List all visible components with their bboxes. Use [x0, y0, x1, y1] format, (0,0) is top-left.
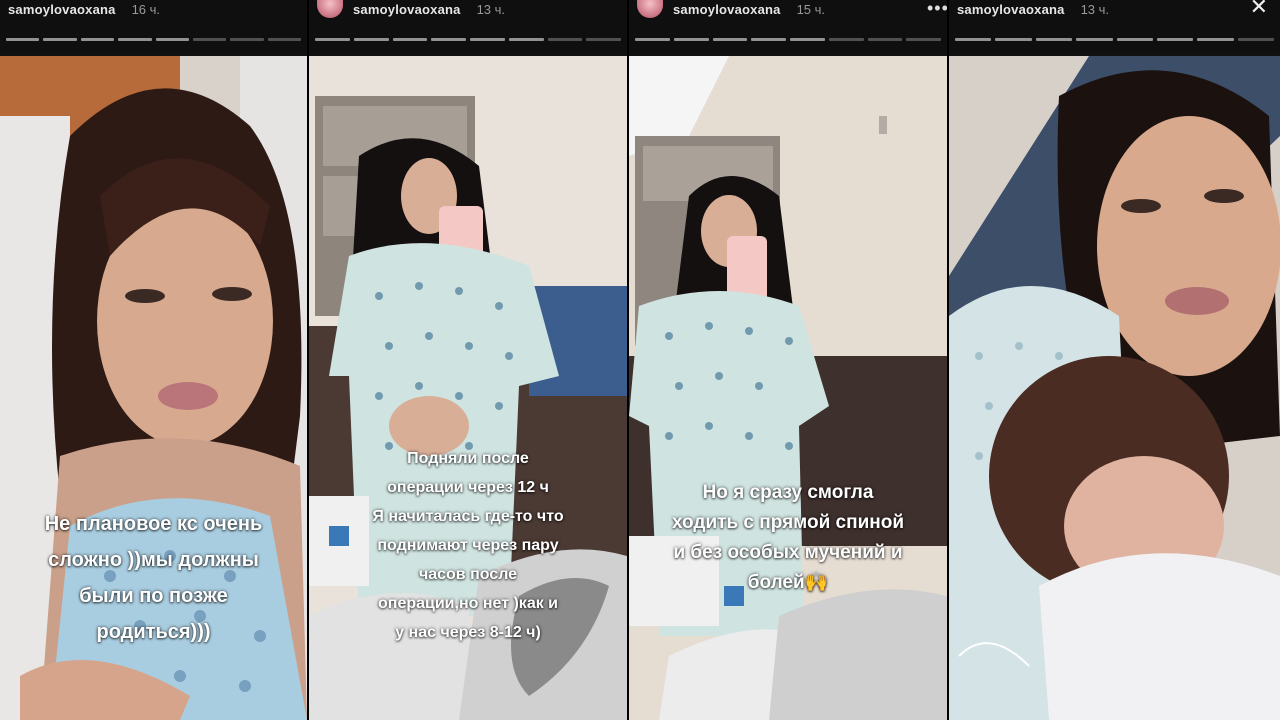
caption-line: Подняли после: [407, 450, 529, 467]
story-user[interactable]: samoylovaoxana 15 ч.: [637, 0, 825, 18]
timestamp: 13 ч.: [1080, 1, 1110, 17]
caption-line: Но я сразу смогла: [702, 482, 874, 503]
username[interactable]: samoylovaoxana: [957, 2, 1065, 17]
story-panel-1[interactable]: samoylovaoxana 16 ч. Не плановое кс очен…: [0, 0, 307, 720]
story-header: samoylovaoxana 16 ч.: [0, 0, 307, 52]
caption-line: родиться))): [96, 621, 211, 643]
story-caption: Подняли после операции через 12 ч Я начи…: [309, 444, 627, 647]
story-photo: [629, 56, 947, 720]
avatar[interactable]: [317, 0, 343, 18]
story-progress: [635, 38, 941, 41]
story-progress: [955, 38, 1274, 41]
caption-line: Не плановое кс очень: [44, 513, 263, 535]
story-progress: [6, 38, 301, 41]
story-user[interactable]: samoylovaoxana 13 ч.: [957, 0, 1109, 18]
story-header: samoylovaoxana 13 ч.: [309, 0, 627, 52]
timestamp: 13 ч.: [476, 1, 506, 17]
caption-line: операции,но нет )как и: [378, 595, 558, 612]
username[interactable]: samoylovaoxana: [673, 2, 781, 17]
caption-line: операции через 12 ч: [387, 479, 549, 496]
timestamp: 15 ч.: [796, 1, 826, 17]
story-progress: [315, 38, 621, 41]
username[interactable]: samoylovaoxana: [353, 2, 461, 17]
timestamp: 16 ч.: [131, 1, 161, 17]
avatar[interactable]: [637, 0, 663, 18]
story-caption: Но я сразу смогла ходить с прямой спиной…: [629, 478, 947, 598]
close-icon[interactable]: ✕: [1250, 0, 1268, 20]
caption-line: сложно ))мы должны: [48, 549, 259, 571]
story-user[interactable]: samoylovaoxana 16 ч.: [8, 0, 160, 18]
story-caption: Не плановое кс очень сложно ))мы должны …: [0, 506, 307, 650]
story-photo: [949, 56, 1280, 720]
caption-line: у нас через 8-12 ч): [395, 624, 541, 641]
caption-line: часов после: [418, 566, 518, 583]
story-panel-3[interactable]: samoylovaoxana 15 ч. ••• Но я сразу смог…: [629, 0, 947, 720]
story-header: samoylovaoxana 13 ч. ✕: [949, 0, 1280, 52]
more-icon[interactable]: •••: [927, 0, 947, 19]
story-panel-4[interactable]: samoylovaoxana 13 ч. ✕: [949, 0, 1280, 720]
story-panel-2[interactable]: samoylovaoxana 13 ч. Подняли после опера…: [309, 0, 627, 720]
caption-line: ходить с прямой спиной: [671, 512, 905, 533]
caption-line: болей🙌: [747, 572, 829, 593]
caption-line: и без особых мучений и: [673, 542, 903, 563]
caption-line: Я начиталась где-то что: [372, 508, 564, 525]
caption-line: поднимают через пару: [377, 537, 559, 554]
caption-line: были по позже: [79, 585, 228, 607]
story-header: samoylovaoxana 15 ч. •••: [629, 0, 947, 52]
username[interactable]: samoylovaoxana: [8, 2, 116, 17]
story-user[interactable]: samoylovaoxana 13 ч.: [317, 0, 505, 18]
